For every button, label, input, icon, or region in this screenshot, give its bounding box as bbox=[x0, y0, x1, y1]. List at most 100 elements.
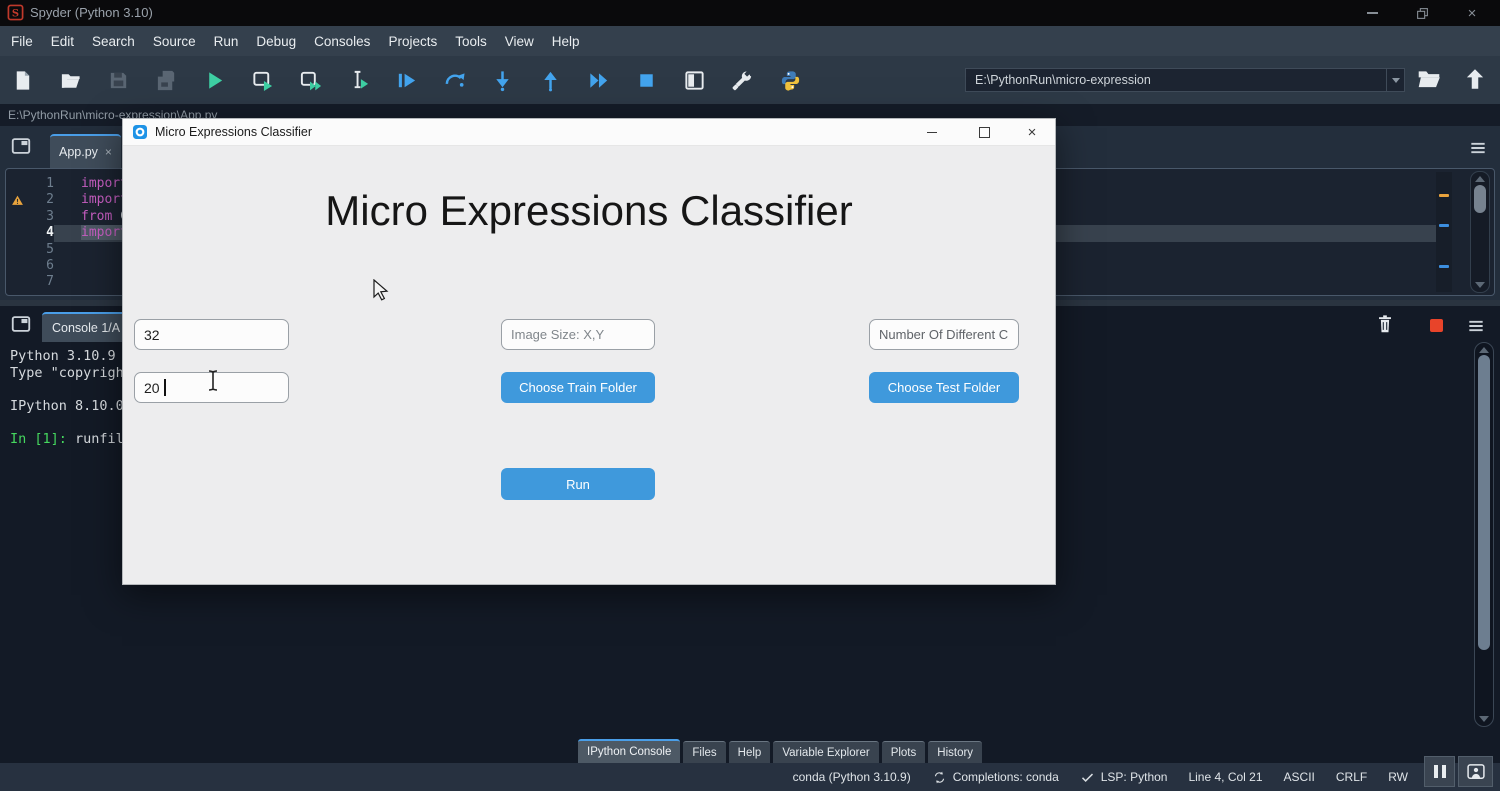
tab-console-1a[interactable]: Console 1/A bbox=[42, 312, 130, 342]
window-close-button[interactable]: × bbox=[1452, 0, 1492, 26]
status-conda-python-3-10-9-: conda (Python 3.10.9) bbox=[793, 770, 911, 784]
save-all-icon[interactable] bbox=[154, 68, 178, 92]
menu-view[interactable]: View bbox=[496, 26, 543, 56]
save-icon[interactable] bbox=[106, 68, 130, 92]
line-number: 3 bbox=[28, 209, 54, 225]
run-cell-advance-icon[interactable] bbox=[298, 68, 322, 92]
dialog-title: Micro Expressions Classifier bbox=[155, 125, 312, 139]
working-directory-value: E:\PythonRun\micro-expression bbox=[975, 73, 1151, 87]
run-file-icon[interactable] bbox=[202, 68, 226, 92]
step-out-icon[interactable] bbox=[538, 68, 562, 92]
browse-tabs-icon[interactable] bbox=[10, 135, 32, 157]
editor-scrollbar[interactable] bbox=[1470, 171, 1490, 293]
ibeam-cursor-icon bbox=[206, 369, 220, 392]
status-bar: conda (Python 3.10.9)Completions: condaL… bbox=[0, 763, 1500, 791]
stop-icon[interactable] bbox=[634, 68, 658, 92]
console-line: Type "copyright bbox=[10, 365, 132, 382]
status-ascii: ASCII bbox=[1284, 770, 1315, 784]
debug-file-icon[interactable] bbox=[394, 68, 418, 92]
spyder-window: S Spyder (Python 3.10) × FileEditSearchS… bbox=[0, 0, 1500, 791]
step-over-icon[interactable] bbox=[442, 68, 466, 92]
pane-tab-files[interactable]: Files bbox=[683, 741, 725, 763]
scrollbar-thumb[interactable] bbox=[1478, 355, 1490, 650]
menu-edit[interactable]: Edit bbox=[42, 26, 83, 56]
pause-button[interactable] bbox=[1424, 756, 1455, 787]
console-options-menu-icon[interactable] bbox=[1466, 316, 1486, 336]
open-file-icon[interactable] bbox=[58, 68, 82, 92]
menu-file[interactable]: File bbox=[2, 26, 42, 56]
continue-icon[interactable] bbox=[586, 68, 610, 92]
scroll-down-icon[interactable] bbox=[1475, 282, 1485, 288]
line-number: 4 bbox=[28, 225, 54, 241]
working-directory-select[interactable]: E:\PythonRun\micro-expression bbox=[965, 68, 1405, 92]
gutter-spacer bbox=[6, 225, 28, 241]
menu-run[interactable]: Run bbox=[205, 26, 248, 56]
run-selection-icon[interactable] bbox=[346, 68, 370, 92]
pause-icon bbox=[1434, 765, 1438, 778]
run-button[interactable]: Run bbox=[501, 468, 655, 500]
pane-tab-history[interactable]: History bbox=[928, 741, 982, 763]
change-marker bbox=[1439, 224, 1449, 227]
pane-tab-variable-explorer[interactable]: Variable Explorer bbox=[773, 741, 878, 763]
interrupt-kernel-icon[interactable] bbox=[1430, 319, 1443, 332]
pane-tab-bar: IPython ConsoleFilesHelpVariable Explore… bbox=[0, 737, 1500, 763]
console-scrollbar[interactable] bbox=[1474, 342, 1494, 727]
menu-consoles[interactable]: Consoles bbox=[305, 26, 379, 56]
menu-tools[interactable]: Tools bbox=[446, 26, 496, 56]
dialog-maximize-button[interactable] bbox=[969, 119, 999, 146]
gutter-spacer bbox=[6, 242, 28, 258]
menu-search[interactable]: Search bbox=[83, 26, 144, 56]
tab-app-py[interactable]: App.py × bbox=[50, 134, 121, 168]
num-classes-field[interactable] bbox=[869, 319, 1019, 350]
console-line: IPython 8.10.0 bbox=[10, 398, 132, 415]
pane-tab-plots[interactable]: Plots bbox=[882, 741, 926, 763]
browse-directory-button[interactable] bbox=[1416, 66, 1442, 92]
new-file-icon[interactable] bbox=[10, 68, 34, 92]
chevron-down-icon[interactable] bbox=[1386, 69, 1404, 91]
dialog-app-icon bbox=[132, 124, 148, 140]
gutter-spacer bbox=[6, 258, 28, 274]
pane-tab-help[interactable]: Help bbox=[729, 741, 771, 763]
tab-label: App.py bbox=[59, 145, 98, 159]
change-marker bbox=[1439, 265, 1449, 268]
tab-close-icon[interactable]: × bbox=[105, 145, 112, 159]
remove-variables-icon[interactable] bbox=[1374, 313, 1396, 337]
editor-marker-strip bbox=[1436, 172, 1452, 292]
image-size-field[interactable] bbox=[501, 319, 655, 350]
pane-tab-ipython-console[interactable]: IPython Console bbox=[578, 739, 680, 763]
spyder-logo-icon: S bbox=[7, 4, 24, 21]
browse-tabs-icon[interactable] bbox=[10, 313, 32, 335]
console-output[interactable]: Python 3.10.9 |Type "copyright IPython 8… bbox=[10, 348, 132, 447]
scroll-up-icon[interactable] bbox=[1475, 176, 1485, 182]
dialog-titlebar[interactable]: Micro Expressions Classifier × bbox=[123, 119, 1055, 146]
window-title: Spyder (Python 3.10) bbox=[30, 5, 153, 20]
scrollbar-thumb[interactable] bbox=[1474, 185, 1486, 213]
menu-source[interactable]: Source bbox=[144, 26, 205, 56]
dialog-minimize-button[interactable] bbox=[917, 119, 947, 146]
dialog-close-button[interactable]: × bbox=[1017, 119, 1047, 146]
presenter-button[interactable] bbox=[1458, 756, 1493, 787]
menu-projects[interactable]: Projects bbox=[379, 26, 446, 56]
line-number: 2 bbox=[28, 192, 54, 208]
maximize-pane-icon[interactable] bbox=[682, 68, 706, 92]
menu-help[interactable]: Help bbox=[543, 26, 589, 56]
scroll-down-icon[interactable] bbox=[1479, 716, 1489, 722]
python-env-icon[interactable] bbox=[778, 68, 802, 92]
choose-test-folder-button[interactable]: Choose Test Folder bbox=[869, 372, 1019, 403]
menu-bar: FileEditSearchSourceRunDebugConsolesProj… bbox=[0, 26, 1500, 56]
line-number: 7 bbox=[28, 274, 54, 290]
editor-options-menu-icon[interactable] bbox=[1468, 138, 1488, 158]
step-into-icon[interactable] bbox=[490, 68, 514, 92]
preferences-icon[interactable] bbox=[730, 68, 754, 92]
batch-size-field[interactable] bbox=[134, 319, 289, 350]
choose-train-folder-button[interactable]: Choose Train Folder bbox=[501, 372, 655, 403]
restore-icon bbox=[1416, 7, 1429, 20]
scroll-up-icon[interactable] bbox=[1479, 347, 1489, 353]
window-restore-button[interactable] bbox=[1402, 0, 1442, 26]
run-cell-icon[interactable] bbox=[250, 68, 274, 92]
micro-expressions-dialog: Micro Expressions Classifier × Micro Exp… bbox=[122, 118, 1056, 585]
status-crlf: CRLF bbox=[1336, 770, 1367, 784]
window-minimize-button[interactable] bbox=[1352, 0, 1392, 26]
parent-directory-button[interactable] bbox=[1462, 66, 1488, 92]
menu-debug[interactable]: Debug bbox=[247, 26, 305, 56]
